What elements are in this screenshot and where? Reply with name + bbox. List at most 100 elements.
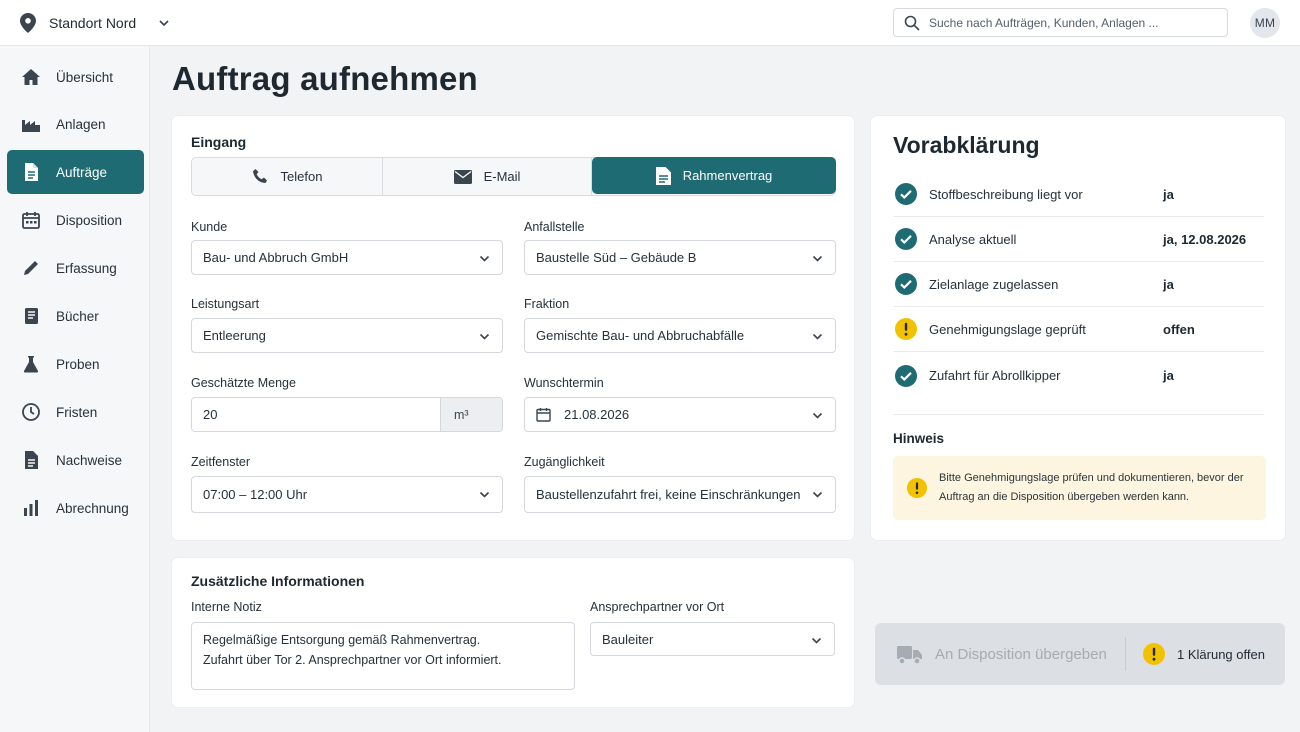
user-avatar[interactable]: MM: [1250, 8, 1280, 38]
sidebar-item-label: Bücher: [56, 308, 99, 324]
chevron-down-icon: [479, 333, 490, 340]
anfallstelle-label: Anfallstelle: [524, 220, 585, 234]
check-value: ja, 12.08.2026: [1163, 231, 1247, 247]
sidebar-item-label: Nachweise: [56, 452, 123, 468]
factory-icon: [21, 114, 41, 134]
notiz-line: Regelmäßige Entsorgung gemäß Rahmenvertr…: [203, 633, 481, 647]
divider: [893, 414, 1264, 415]
kunde-value: Bau- und Abbruch GmbH: [203, 250, 349, 265]
kunde-select[interactable]: Bau- und Abbruch GmbH: [191, 240, 503, 275]
clock-icon: [21, 402, 41, 422]
hint-text: Bitte Genehmigungslage prüfen und dokume…: [939, 472, 1244, 503]
sidebar-item-anlagen[interactable]: Anlagen: [7, 102, 144, 146]
calendar-icon: [21, 210, 41, 230]
leistungsart-value: Entleerung: [203, 328, 266, 343]
check-row: Analyse aktuell ja, 12.08.2026: [893, 217, 1264, 262]
check-circle-icon: [895, 183, 917, 205]
anfallstelle-select[interactable]: Baustelle Süd – Gebäude B: [524, 240, 836, 275]
sidebar-item-erfassung[interactable]: Erfassung: [7, 246, 144, 290]
sidebar-item-uebersicht[interactable]: Übersicht: [7, 55, 144, 99]
chevron-down-icon: [812, 412, 823, 419]
eingang-title: Eingang: [191, 134, 247, 150]
handover-bar: An Disposition übergeben 1 Klärung offen: [875, 623, 1285, 685]
menge-field: m³: [191, 397, 503, 432]
check-circle-icon: [895, 273, 917, 295]
kunde-label: Kunde: [191, 220, 228, 234]
page-title: Auftrag aufnehmen: [172, 60, 478, 97]
notiz-label: Interne Notiz: [191, 600, 262, 614]
search-icon: [904, 15, 920, 31]
calendar-icon: [536, 408, 551, 422]
channel-label: Telefon: [280, 169, 323, 184]
check-label: Zufahrt für Abrollkipper: [929, 368, 1061, 383]
sidebar-item-label: Proben: [56, 356, 100, 372]
sidebar-item-label: Aufträge: [56, 164, 108, 180]
bar-chart-icon: [21, 498, 41, 518]
location-selector[interactable]: Standort Nord: [20, 12, 170, 34]
check-row: Zielanlage zugelassen ja: [893, 262, 1264, 307]
sidebar-item-label: Disposition: [56, 212, 123, 228]
channel-telefon-button[interactable]: Telefon: [192, 158, 383, 195]
open-clarifications-text: 1 Klärung offen: [1177, 646, 1265, 662]
sidebar-item-disposition[interactable]: Disposition: [7, 198, 144, 242]
ansprechpartner-select[interactable]: Bauleiter: [590, 622, 835, 656]
document-icon: [21, 450, 41, 470]
pencil-icon: [21, 258, 41, 278]
sidebar-item-label: Übersicht: [56, 69, 114, 85]
sidebar-item-nachweise[interactable]: Nachweise: [7, 438, 144, 482]
check-row: Genehmigungslage geprüft offen: [893, 307, 1264, 352]
mail-icon: [453, 169, 472, 184]
contract-icon: [655, 166, 671, 185]
check-row: Zufahrt für Abrollkipper ja: [893, 353, 1264, 398]
wunschtermin-datepicker[interactable]: 21.08.2026: [524, 397, 836, 432]
notiz-line: Zufahrt über Tor 2. Ansprechpartner vor …: [203, 653, 502, 667]
home-icon: [21, 67, 41, 87]
search-input[interactable]: [929, 15, 1219, 30]
channel-rahmenvertrag-button[interactable]: Rahmenvertrag: [592, 157, 836, 194]
sidebar-item-fristen[interactable]: Fristen: [7, 390, 144, 434]
leistungsart-label: Leistungsart: [191, 297, 260, 311]
fraktion-label: Fraktion: [524, 297, 570, 311]
location-name: Standort Nord: [49, 15, 137, 31]
zugaenglichkeit-value: Baustellenzufahrt frei, keine Einschränk…: [536, 487, 801, 502]
chevron-down-icon: [479, 491, 490, 498]
channel-label: E-Mail: [483, 169, 521, 184]
check-label: Genehmigungslage geprüft: [929, 321, 1086, 337]
open-clarifications-status: 1 Klärung offen: [1126, 643, 1265, 665]
sidebar-item-abrechnung[interactable]: Abrechnung: [7, 486, 144, 530]
check-circle-icon: [895, 228, 917, 250]
search-box[interactable]: [893, 8, 1228, 37]
hint-title: Hinweis: [893, 431, 945, 446]
leistungsart-select[interactable]: Entleerung: [191, 318, 503, 353]
chevron-down-icon: [811, 637, 822, 644]
chevron-down-icon: [159, 20, 169, 27]
sidebar-item-label: Abrechnung: [56, 500, 129, 516]
zugaenglichkeit-select[interactable]: Baustellenzufahrt frei, keine Einschränk…: [524, 476, 836, 513]
menge-unit: m³: [440, 398, 502, 431]
ansprechpartner-label: Ansprechpartner vor Ort: [590, 600, 725, 614]
flask-icon: [21, 354, 41, 374]
sidebar-item-buecher[interactable]: Bücher: [7, 294, 144, 338]
channel-selector: Telefon E-Mail Rahmenvertrag: [191, 157, 836, 196]
handover-button[interactable]: An Disposition übergeben: [875, 623, 1125, 685]
sidebar-item-auftraege[interactable]: Aufträge: [7, 150, 144, 194]
warning-circle-icon: [895, 318, 917, 340]
sidebar-item-proben[interactable]: Proben: [7, 342, 144, 386]
fraktion-value: Gemischte Bau- und Abbruchabfälle: [536, 328, 745, 343]
check-circle-icon: [895, 364, 917, 387]
check-value: ja: [1163, 186, 1174, 202]
check-row: Stoffbeschreibung liegt vor ja: [893, 172, 1264, 217]
channel-email-button[interactable]: E-Mail: [383, 158, 592, 195]
notiz-textarea[interactable]: Regelmäßige Entsorgung gemäß Rahmenvertr…: [191, 622, 575, 690]
channel-label: Rahmenvertrag: [682, 168, 773, 183]
top-bar: Standort Nord MM: [0, 0, 1300, 46]
zugaenglichkeit-label: Zugänglichkeit: [524, 455, 605, 469]
zeitfenster-select[interactable]: 07:00 – 12:00 Uhr: [191, 476, 503, 513]
check-label: Stoffbeschreibung liegt vor: [929, 186, 1083, 202]
phone-icon: [252, 169, 267, 183]
menge-input[interactable]: [192, 398, 440, 431]
zeitfenster-value: 07:00 – 12:00 Uhr: [203, 487, 308, 502]
fraktion-select[interactable]: Gemischte Bau- und Abbruchabfälle: [524, 318, 836, 353]
check-label: Zielanlage zugelassen: [929, 276, 1059, 292]
handover-button-label: An Disposition übergeben: [935, 645, 1107, 663]
